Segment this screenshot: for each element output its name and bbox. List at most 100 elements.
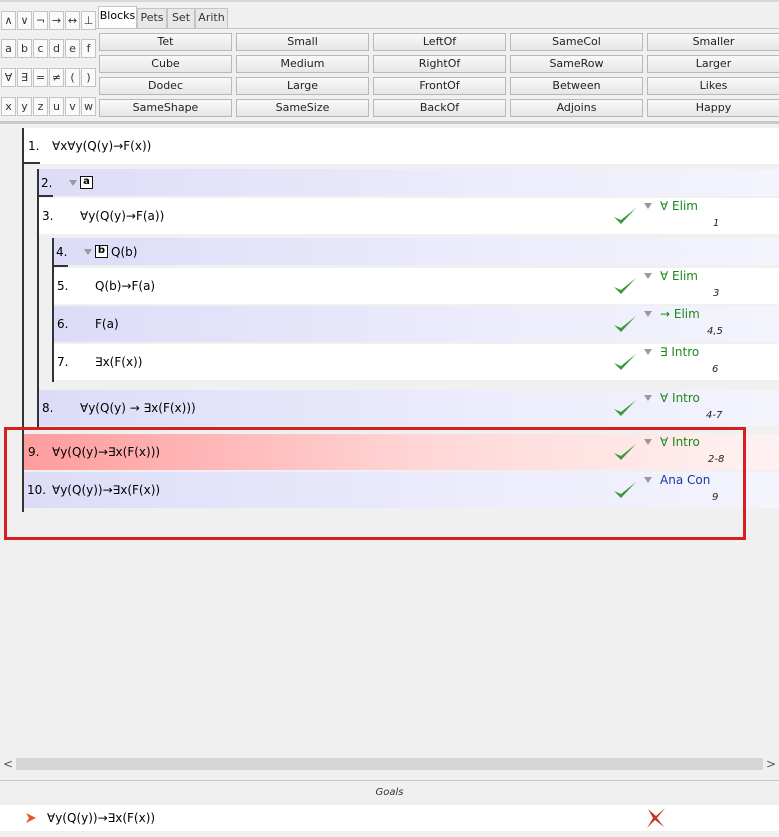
proof-line-1[interactable]: 1. ∀x∀y(Q(y)→F(x)) <box>24 128 779 164</box>
boxed-constant: b <box>95 245 108 258</box>
triangle-down-icon[interactable] <box>644 203 652 209</box>
triangle-down-icon[interactable] <box>644 311 652 317</box>
rule-name[interactable]: ∃ Intro <box>660 345 699 359</box>
support-steps: 4,5 <box>707 326 723 337</box>
rule-name[interactable]: ∀ Elim <box>660 269 698 283</box>
proof-panel: 1. ∀x∀y(Q(y)→F(x)) 2. a 3. ∀y(Q(y)→F(a))… <box>0 121 779 774</box>
triangle-down-icon[interactable] <box>84 249 92 255</box>
symbol-rparen-button[interactable]: ) <box>81 68 96 87</box>
predicate-sameshape-button[interactable]: SameShape <box>99 99 232 117</box>
symbol-and-button[interactable]: ∧ <box>1 11 16 30</box>
predicate-dodec-button[interactable]: Dodec <box>99 77 232 95</box>
scroll-track[interactable] <box>16 758 763 770</box>
predicate-panel: Tet Small LeftOf SameCol Smaller Cube Me… <box>96 28 779 120</box>
proof-sentence[interactable]: Q(b)→F(a) <box>95 279 155 293</box>
predicate-tet-button[interactable]: Tet <box>99 33 232 51</box>
proof-line-5[interactable]: 5. Q(b)→F(a) ∀ Elim 3 <box>53 268 779 304</box>
goal-sentence: ∀y(Q(y))→∃x(F(x)) <box>47 811 156 825</box>
symbol-not-equals-button[interactable]: ≠ <box>49 68 64 87</box>
predicate-leftof-button[interactable]: LeftOf <box>373 33 506 51</box>
support-steps: 3 <box>713 288 720 299</box>
proof-line-2[interactable]: 2. a <box>38 169 779 196</box>
predicate-samesize-button[interactable]: SameSize <box>236 99 369 117</box>
rule-name[interactable]: ∀ Intro <box>660 391 700 405</box>
proof-sentence[interactable]: Q(b) <box>111 245 137 259</box>
triangle-down-icon[interactable] <box>644 349 652 355</box>
predicate-cube-button[interactable]: Cube <box>99 55 232 73</box>
symbol-or-button[interactable]: ∨ <box>17 11 32 30</box>
line-number: 8. <box>42 401 54 415</box>
symbol-equals-button[interactable]: = <box>33 68 48 87</box>
symbol-d-button[interactable]: d <box>49 39 64 58</box>
proof-sentence[interactable]: ∀y(Q(y)→F(a)) <box>80 209 164 223</box>
symbol-e-button[interactable]: e <box>65 39 80 58</box>
predicate-frontof-button[interactable]: FrontOf <box>373 77 506 95</box>
tab-blocks[interactable]: Blocks <box>98 6 137 29</box>
predicate-medium-button[interactable]: Medium <box>236 55 369 73</box>
scroll-right-arrow[interactable]: > <box>763 755 779 773</box>
symbol-f-button[interactable]: f <box>81 39 96 58</box>
predicate-small-button[interactable]: Small <box>236 33 369 51</box>
predicate-samecol-button[interactable]: SameCol <box>510 33 643 51</box>
symbol-y-button[interactable]: y <box>17 97 32 116</box>
line-number: 4. <box>56 245 68 259</box>
predicate-backof-button[interactable]: BackOf <box>373 99 506 117</box>
tab-pets[interactable]: Pets <box>137 8 167 28</box>
tab-arith[interactable]: Arith <box>195 8 228 28</box>
goals-title: Goals <box>375 787 404 798</box>
predicate-samerow-button[interactable]: SameRow <box>510 55 643 73</box>
predicate-smaller-button[interactable]: Smaller <box>647 33 779 51</box>
proof-sentence[interactable]: ∀x∀y(Q(y)→F(x)) <box>52 139 151 153</box>
arrow-pointer-icon <box>26 813 36 823</box>
symbol-lparen-button[interactable]: ( <box>65 68 80 87</box>
symbol-not-button[interactable]: ¬ <box>33 11 48 30</box>
symbol-exists-button[interactable]: ∃ <box>17 68 32 87</box>
proof-line-6[interactable]: 6. F(a) → Elim 4,5 <box>53 306 779 342</box>
goals-panel: Goals ∀y(Q(y))→∃x(F(x)) <box>0 780 779 837</box>
symbol-u-button[interactable]: u <box>49 97 64 116</box>
rule-name[interactable]: ∀ Elim <box>660 199 698 213</box>
proof-sentence[interactable]: F(a) <box>95 317 119 331</box>
line-number: 6. <box>57 317 69 331</box>
line-number: 1. <box>28 139 40 153</box>
tab-set[interactable]: Set <box>167 8 195 28</box>
goal-row[interactable]: ∀y(Q(y))→∃x(F(x)) <box>0 805 779 831</box>
checkmark-icon <box>614 316 636 332</box>
predicate-rightof-button[interactable]: RightOf <box>373 55 506 73</box>
symbol-z-button[interactable]: z <box>33 97 48 116</box>
triangle-down-icon[interactable] <box>69 180 77 186</box>
horizontal-scrollbar[interactable]: < > <box>0 755 779 773</box>
symbol-a-button[interactable]: a <box>1 39 16 58</box>
symbol-forall-button[interactable]: ∀ <box>1 68 16 87</box>
symbol-x-button[interactable]: x <box>1 97 16 116</box>
symbol-c-button[interactable]: c <box>33 39 48 58</box>
proof-line-3[interactable]: 3. ∀y(Q(y)→F(a)) ∀ Elim 1 <box>38 198 779 234</box>
subproof-a-separator <box>37 195 53 197</box>
symbol-implies-button[interactable]: → <box>49 11 64 30</box>
scroll-left-arrow[interactable]: < <box>0 755 16 773</box>
predicate-happy-button[interactable]: Happy <box>647 99 779 117</box>
predicate-between-button[interactable]: Between <box>510 77 643 95</box>
symbol-v-button[interactable]: v <box>65 97 80 116</box>
predicate-larger-button[interactable]: Larger <box>647 55 779 73</box>
subproof-b-separator <box>52 265 68 267</box>
proof-line-4[interactable]: 4. b Q(b) <box>53 238 779 265</box>
symbol-bottom-button[interactable]: ⊥ <box>81 11 96 30</box>
symbol-iff-button[interactable]: ↔ <box>65 11 80 30</box>
boxed-constant: a <box>80 176 93 189</box>
checkmark-icon <box>614 208 636 224</box>
proof-sentence[interactable]: ∀y(Q(y) → ∃x(F(x))) <box>80 401 196 415</box>
predicate-likes-button[interactable]: Likes <box>647 77 779 95</box>
rule-name[interactable]: → Elim <box>660 307 700 321</box>
predicate-large-button[interactable]: Large <box>236 77 369 95</box>
subproof-bar-b <box>52 238 54 382</box>
triangle-down-icon[interactable] <box>644 273 652 279</box>
proof-sentence[interactable]: ∃x(F(x)) <box>95 355 142 369</box>
triangle-down-icon[interactable] <box>644 395 652 401</box>
symbol-w-button[interactable]: w <box>81 97 96 116</box>
symbol-b-button[interactable]: b <box>17 39 32 58</box>
predicate-adjoins-button[interactable]: Adjoins <box>510 99 643 117</box>
proof-line-7[interactable]: 7. ∃x(F(x)) ∃ Intro 6 <box>53 344 779 380</box>
toolbar: ∧ ∨ ¬ → ↔ ⊥ a b c d e f ∀ ∃ = ≠ ( ) x y … <box>0 0 779 120</box>
proof-line-8[interactable]: 8. ∀y(Q(y) → ∃x(F(x))) ∀ Intro 4-7 <box>38 390 779 426</box>
